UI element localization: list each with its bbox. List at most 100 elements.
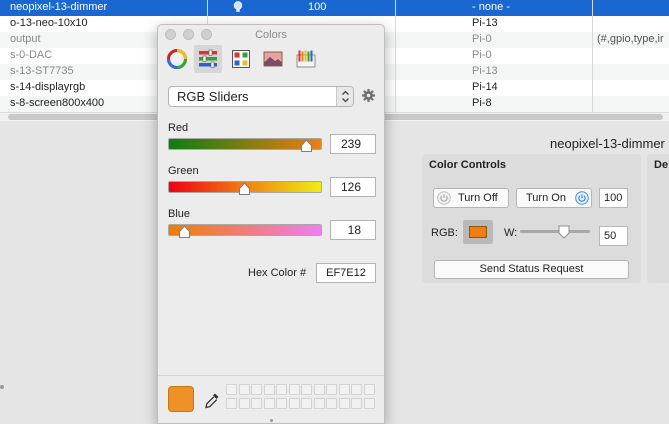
- red-slider-thumb[interactable]: [300, 139, 313, 153]
- de-panel: De: [647, 154, 669, 283]
- swatch-slot[interactable]: [288, 398, 300, 409]
- eyedropper-icon[interactable]: [204, 392, 220, 410]
- row-pin: Pi-8: [472, 97, 492, 109]
- crayons-icon: [296, 50, 316, 68]
- color-controls-panel: Color Controls Turn Off Turn On 100 RGB:…: [422, 154, 641, 283]
- image-palettes-icon: [263, 51, 283, 67]
- rgb-swatch: [469, 226, 487, 238]
- swatch-slot[interactable]: [351, 398, 362, 409]
- turn-off-button[interactable]: Turn Off: [433, 188, 509, 208]
- green-slider-thumb[interactable]: [238, 182, 251, 196]
- swatch-slot[interactable]: [301, 384, 312, 395]
- row-name: o-13-neo-10x10: [10, 17, 88, 29]
- blue-slider[interactable]: [168, 224, 322, 236]
- w-field[interactable]: 50: [599, 226, 628, 246]
- blue-label: Blue: [168, 208, 191, 220]
- w-label: W:: [504, 227, 518, 239]
- swatch-slot[interactable]: [263, 398, 275, 409]
- red-value-field[interactable]: 239: [330, 134, 376, 154]
- hex-color-field[interactable]: EF7E12: [316, 263, 376, 283]
- row-pin: Pi-13: [472, 65, 498, 77]
- row-name: s-8-screen800x400: [10, 97, 105, 109]
- turn-on-label: Turn On: [526, 192, 566, 204]
- hex-color-label: Hex Color #: [248, 267, 307, 279]
- swatch-slot[interactable]: [251, 384, 262, 395]
- row-name: neopixel-13-dimmer: [10, 1, 108, 13]
- color-wheel-icon: [167, 49, 187, 69]
- color-mode-select[interactable]: RGB Sliders: [168, 86, 354, 107]
- red-label: Red: [168, 122, 189, 134]
- tab-color-palettes[interactable]: [227, 45, 255, 73]
- blue-slider-thumb[interactable]: [178, 225, 191, 239]
- w-slider-track: [520, 230, 590, 233]
- swatch-slot[interactable]: [238, 398, 250, 409]
- lightbulb-icon: [233, 1, 243, 12]
- blue-value-field[interactable]: 18: [330, 220, 376, 240]
- saved-swatches[interactable]: [226, 384, 378, 412]
- swatch-slot[interactable]: [226, 384, 237, 395]
- row-pin: Pi-14: [472, 81, 498, 93]
- row-name: s-13-ST7735: [10, 65, 74, 77]
- row-value: 100: [308, 1, 327, 13]
- chevron-updown-icon: [336, 87, 353, 106]
- swatch-slot[interactable]: [238, 384, 250, 395]
- column-divider: [592, 0, 593, 112]
- rgb-label: RGB:: [431, 227, 458, 239]
- swatch-slot[interactable]: [313, 398, 325, 409]
- gear-icon[interactable]: [361, 88, 376, 103]
- colors-panel-title: Colors: [255, 29, 287, 41]
- swatch-slot[interactable]: [326, 384, 337, 395]
- swatch-slot[interactable]: [276, 384, 287, 395]
- w-slider-thumb[interactable]: [558, 225, 570, 239]
- swatch-slot[interactable]: [251, 398, 262, 409]
- swatch-slot[interactable]: [338, 384, 350, 395]
- current-color-swatch[interactable]: [168, 386, 194, 412]
- swatch-slot[interactable]: [226, 398, 237, 409]
- colors-toolbar: [158, 45, 384, 73]
- green-value-field[interactable]: 126: [330, 177, 376, 197]
- row-name: s-0-DAC: [10, 49, 53, 61]
- row-pin: Pi-13: [472, 17, 498, 29]
- row-pin: Pi-0: [472, 49, 492, 61]
- tab-crayons[interactable]: [292, 45, 320, 73]
- swatch-slot[interactable]: [338, 398, 350, 409]
- swatch-slot[interactable]: [363, 398, 375, 409]
- row-name: s-14-displayrgb: [10, 81, 86, 93]
- colors-panel: Colors RGB Sliders Red 239 Green 126 Blu…: [157, 24, 385, 424]
- green-label: Green: [168, 165, 199, 177]
- swatch-area: [158, 375, 384, 423]
- resize-handle[interactable]: [270, 419, 273, 422]
- swatch-slot[interactable]: [276, 398, 287, 409]
- swatch-slot[interactable]: [351, 384, 362, 395]
- w-slider[interactable]: [520, 224, 590, 240]
- red-slider[interactable]: [168, 138, 322, 150]
- tab-image-palettes[interactable]: [259, 45, 287, 73]
- level-field[interactable]: 100: [599, 188, 628, 208]
- device-title: neopixel-13-dimmer: [550, 136, 665, 151]
- rgb-color-well[interactable]: [463, 220, 493, 244]
- drag-dot: [0, 385, 4, 389]
- color-sliders-icon: [199, 49, 217, 68]
- row-pin: Pi-0: [472, 33, 492, 45]
- row-extra: (#,gpio,type,ir: [597, 33, 664, 45]
- colors-titlebar[interactable]: Colors: [158, 25, 384, 47]
- swatch-slot[interactable]: [288, 384, 300, 395]
- color-mode-label: RGB Sliders: [177, 89, 249, 104]
- swatch-slot[interactable]: [326, 398, 337, 409]
- power-on-icon: [575, 191, 589, 205]
- table-row[interactable]: neopixel-13-dimmer 100 - none -: [0, 0, 669, 16]
- swatch-slot[interactable]: [301, 398, 312, 409]
- swatch-slot[interactable]: [313, 384, 325, 395]
- turn-on-button[interactable]: Turn On: [516, 188, 592, 208]
- row-pin: - none -: [472, 1, 510, 13]
- column-divider: [395, 0, 396, 112]
- turn-off-label: Turn Off: [458, 192, 498, 204]
- color-controls-title: Color Controls: [429, 159, 506, 171]
- tab-color-wheel[interactable]: [163, 45, 191, 73]
- swatch-slot[interactable]: [263, 384, 275, 395]
- de-panel-title: De: [654, 159, 669, 171]
- color-palettes-icon: [232, 50, 250, 68]
- send-status-request-button[interactable]: Send Status Request: [434, 260, 629, 279]
- tab-color-sliders[interactable]: [194, 45, 222, 73]
- swatch-slot[interactable]: [363, 384, 375, 395]
